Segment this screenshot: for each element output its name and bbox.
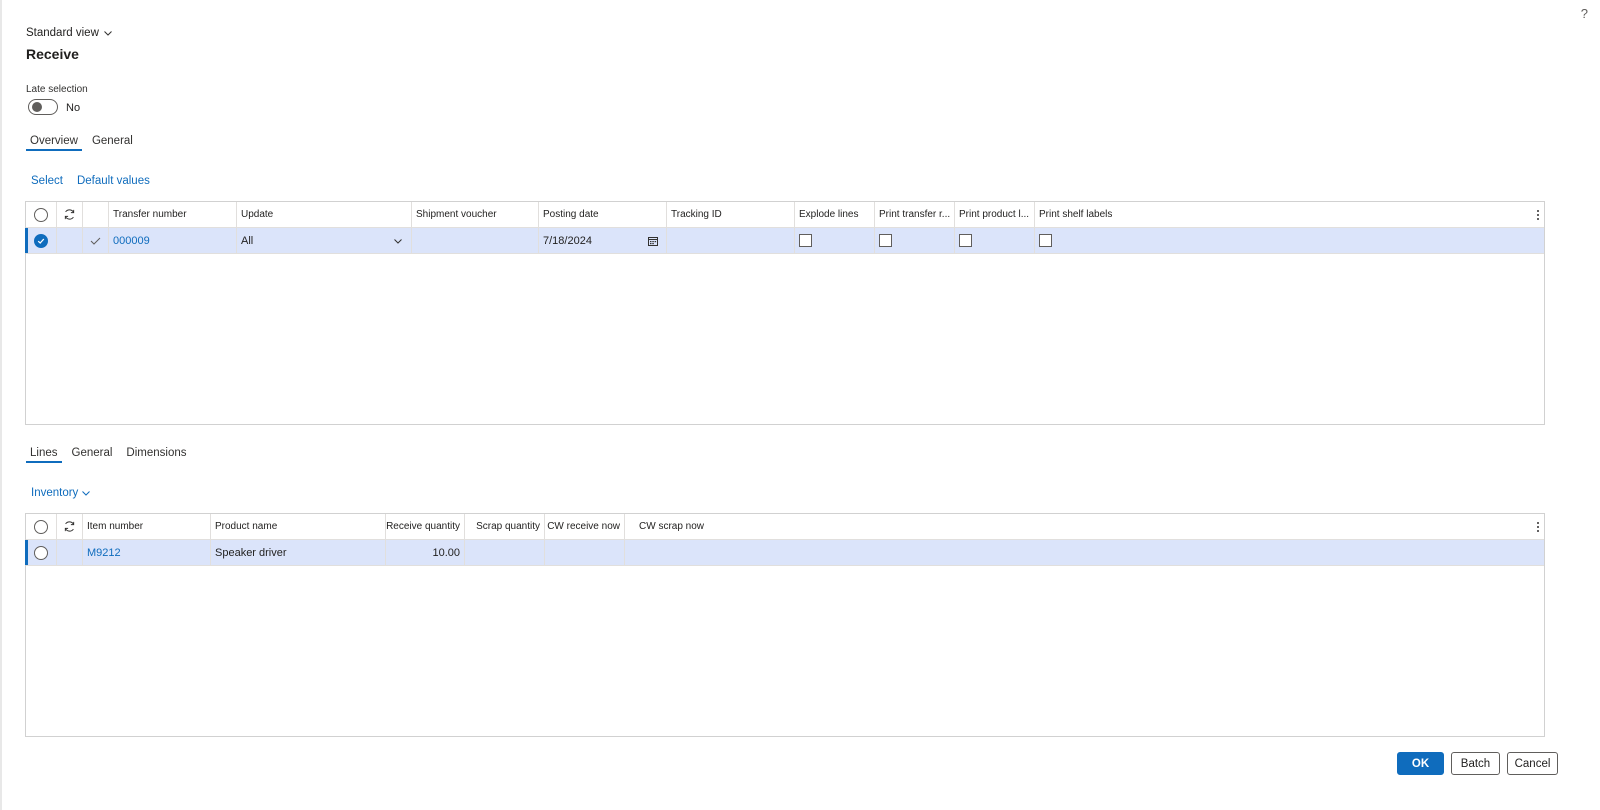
column-options-cell [1115,202,1544,227]
late-selection-label: Late selection [26,84,88,95]
chevron-down-icon [82,491,91,496]
scrap-quantity-cell[interactable] [465,540,545,565]
column-header-receive-quantity[interactable]: Receive quantity [386,514,465,539]
refresh-cell [57,202,83,227]
tracking-id-cell[interactable] [667,228,795,253]
view-selector[interactable]: Standard view [26,27,113,39]
more-options-icon[interactable] [1536,521,1540,533]
more-options-icon[interactable] [1536,209,1540,221]
print-shelf-checkbox[interactable] [1039,234,1052,247]
column-header-tracking-id[interactable]: Tracking ID [667,202,795,227]
row-select-radio[interactable] [34,233,48,248]
tab-general-lines[interactable]: General [68,447,117,463]
posting-date-field[interactable]: 7/18/2024 [539,228,667,253]
select-all-cell [26,202,57,227]
tab-general[interactable]: General [88,135,137,151]
toggle-knob [32,102,42,112]
row-filler [1115,228,1544,253]
cancel-button[interactable]: Cancel [1507,752,1558,775]
column-header-scrap-quantity[interactable]: Scrap quantity [465,514,545,539]
batch-button[interactable]: Batch [1451,752,1500,775]
refresh-icon[interactable] [63,208,76,221]
row-filler [705,540,1544,565]
inventory-label: Inventory [31,487,79,499]
table-row[interactable]: 000009 All 7/18/2024 [25,228,1544,254]
explode-lines-checkbox[interactable] [799,234,812,247]
inventory-menu-button[interactable]: Inventory [31,487,91,499]
ok-button[interactable]: OK [1397,752,1444,775]
select-all-cell [26,514,57,539]
lines-grid-header: Item number Product name Receive quantit… [26,514,1544,540]
posting-date-value: 7/18/2024 [543,234,592,247]
tab-overview[interactable]: Overview [26,135,82,151]
print-product-checkbox[interactable] [959,234,972,247]
column-header-explode-lines[interactable]: Explode lines [795,202,875,227]
late-selection-value: No [66,102,81,114]
column-header-item-number[interactable]: Item number [83,514,211,539]
print-product-cell [955,228,1035,253]
item-number-link[interactable]: M9212 [87,547,121,559]
chevron-down-icon [394,238,402,244]
select-button[interactable]: Select [31,175,63,187]
item-number-cell: M9212 [83,540,211,565]
default-values-button[interactable]: Default values [77,175,150,187]
page-title: Receive [26,46,79,62]
column-header-transfer-number[interactable]: Transfer number [109,202,237,227]
column-header-print-transfer[interactable]: Print transfer r... [875,202,955,227]
column-header-shipment-voucher[interactable]: Shipment voucher [412,202,539,227]
column-options-cell [705,514,1544,539]
row-select-cell [26,540,57,565]
update-value: All [241,234,254,247]
receive-quantity-cell[interactable]: 10.00 [386,540,465,565]
cw-receive-now-cell[interactable] [545,540,625,565]
shipment-voucher-cell[interactable] [412,228,539,253]
column-header-print-shelf[interactable]: Print shelf labels [1035,202,1115,227]
lines-actions: Inventory [31,487,91,499]
transfer-number-cell: 000009 [109,228,237,253]
column-header-posting-date[interactable]: Posting date [539,202,667,227]
cw-scrap-now-cell[interactable] [625,540,705,565]
overview-tabs: Overview General [26,135,143,151]
status-header-cell [83,202,109,227]
column-header-cw-scrap-now[interactable]: CW scrap now [625,514,705,539]
tab-lines[interactable]: Lines [26,447,62,463]
select-all-radio[interactable] [34,207,48,222]
late-selection-toggle[interactable] [28,99,58,115]
print-transfer-cell [875,228,955,253]
lines-tabs: Lines General Dimensions [26,447,197,463]
tab-dimensions[interactable]: Dimensions [122,447,190,463]
help-icon[interactable]: ? [1581,6,1588,21]
product-name-cell: Speaker driver [211,540,386,565]
lines-grid: Item number Product name Receive quantit… [25,513,1545,737]
print-transfer-checkbox[interactable] [879,234,892,247]
table-row[interactable]: M9212 Speaker driver 10.00 [25,540,1544,566]
refresh-icon[interactable] [63,520,76,533]
transfer-number-link[interactable]: 000009 [113,235,150,247]
explode-lines-cell [795,228,875,253]
overview-grid-header: Transfer number Update Shipment voucher … [26,202,1544,228]
calendar-icon[interactable] [648,236,658,246]
column-header-update[interactable]: Update [237,202,412,227]
column-header-print-product[interactable]: Print product l... [955,202,1035,227]
row-select-cell [26,228,57,253]
chevron-down-icon [104,31,112,36]
column-header-product-name[interactable]: Product name [211,514,386,539]
check-icon [90,237,101,245]
refresh-cell [57,514,83,539]
select-all-radio[interactable] [34,519,48,534]
view-label: Standard view [26,27,99,39]
overview-grid: Transfer number Update Shipment voucher … [25,201,1545,425]
row-select-radio[interactable] [34,545,48,560]
row-status-cell [83,228,109,253]
row-refresh-cell [57,228,83,253]
column-header-cw-receive-now[interactable]: CW receive now [545,514,625,539]
overview-actions: Select Default values [31,175,150,187]
row-refresh-cell [57,540,83,565]
left-edge-divider [0,0,2,810]
print-shelf-cell [1035,228,1115,253]
checkmark-icon [37,238,45,244]
update-dropdown[interactable]: All [237,228,412,253]
